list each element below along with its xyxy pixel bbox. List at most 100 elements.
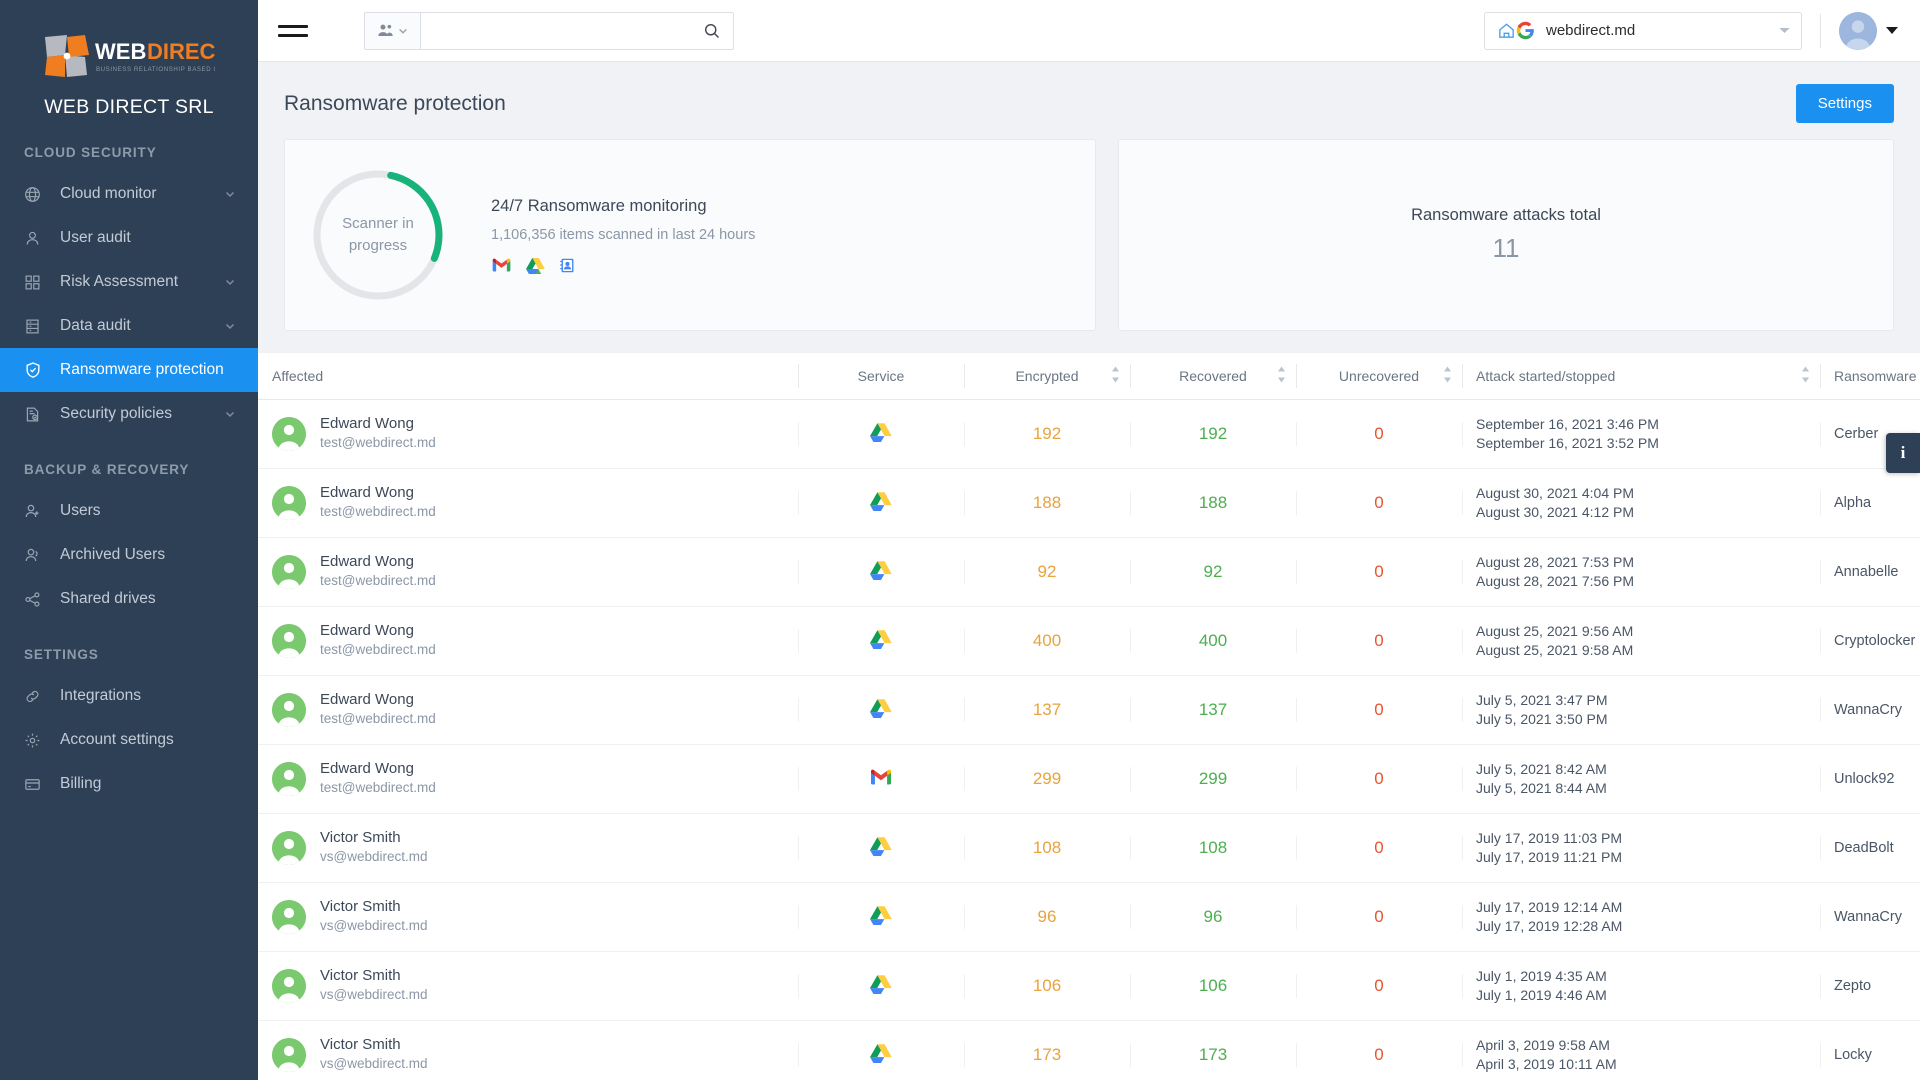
affected-user: Edward Wong test@webdirect.md [272,552,784,591]
cell-affected: Edward Wong test@webdirect.md [258,744,798,814]
cell-ransomware-name: Alpha [1820,468,1920,538]
attack-started: July 5, 2021 3:47 PM [1476,691,1608,708]
sidebar-item-data-audit[interactable]: Data audit [0,304,258,348]
cell-encrypted: 192 [964,399,1130,469]
google-drive-icon [870,1043,892,1063]
avatar-icon [272,485,306,520]
chevron-down-icon [224,188,238,200]
table-row[interactable]: Edward Wong test@webdirect.md 92 92 0 August … [258,537,1920,607]
cell-attack-dates: April 3, 2019 9:58 AM April 3, 2019 10:11… [1462,1020,1820,1080]
user-menu-button[interactable] [1839,11,1898,50]
webdirect-logo: WEB DIRECT BUSINESS RELATIONSHIP BASED O… [0,26,258,84]
attack-stopped: July 1, 2019 4:46 AM [1476,986,1607,1003]
gmail-icon [871,769,891,784]
attacks-table-container[interactable]: Affected Service Encrypted Recovered Unr… [258,353,1920,1080]
domain-selector[interactable]: webdirect.md [1484,11,1802,50]
caret-down-icon [1886,27,1898,34]
user-avatar [272,761,306,796]
scanner-progress-donut: Scanner in progress [311,168,445,302]
sidebar-item-ransomware-protection[interactable]: Ransomware protection [0,348,258,392]
sidebar-item-risk-assessment[interactable]: Risk Assessment [0,260,258,304]
table-row[interactable]: Victor Smith vs@webdirect.md 108 108 0 July 1… [258,813,1920,883]
svg-text:WEB: WEB [95,39,146,64]
sidebar-label: Risk Assessment [60,273,179,290]
sort-icon[interactable] [1111,366,1120,385]
table-row[interactable]: Edward Wong test@webdirect.md 137 137 0 July … [258,675,1920,745]
sidebar-item-users[interactable]: Users [0,489,258,533]
attack-stopped: August 28, 2021 7:56 PM [1476,572,1634,589]
affected-user-text: Victor Smith vs@webdirect.md [320,828,428,867]
sidebar-item-billing[interactable]: Billing [0,762,258,806]
sort-icon[interactable] [1801,366,1810,385]
cell-unrecovered: 0 [1296,675,1462,745]
avatar-icon [272,692,306,727]
cell-encrypted: 400 [964,606,1130,676]
table-row[interactable]: Edward Wong test@webdirect.md 299 299 0 July … [258,744,1920,814]
hamburger-icon[interactable] [274,12,312,50]
affected-user-text: Edward Wong test@webdirect.md [320,759,436,798]
column-header-recovered[interactable]: Recovered [1130,353,1296,400]
user-email: test@webdirect.md [320,435,436,451]
user-avatar [272,623,306,658]
table-row[interactable]: Victor Smith vs@webdirect.md 96 96 0 July 17,… [258,882,1920,952]
attack-stopped: August 30, 2021 4:12 PM [1476,503,1634,520]
cell-recovered: 400 [1130,606,1296,676]
nav-section-settings: SETTINGS [24,647,99,662]
sidebar-label: Users [60,502,101,519]
share-icon [24,591,46,608]
sort-icon[interactable] [1277,366,1286,385]
sidebar-item-shared-drives[interactable]: Shared drives [0,577,258,621]
affected-user: Edward Wong test@webdirect.md [272,414,784,453]
sidebar-item-account-settings[interactable]: Account settings [0,718,258,762]
card-icon [24,776,46,793]
cell-recovered: 173 [1130,1020,1296,1080]
search-icon[interactable] [703,22,721,40]
attack-stopped: September 16, 2021 3:52 PM [1476,434,1659,451]
google-g-icon [1516,21,1534,40]
column-header-unrecovered[interactable]: Unrecovered [1296,353,1462,400]
shield-check-icon [24,361,46,379]
sort-icon[interactable] [1443,366,1452,385]
avatar [1839,11,1877,50]
table-row[interactable]: Victor Smith vs@webdirect.md 173 173 0 April … [258,1020,1920,1080]
globe-icon [24,186,46,203]
main-area: webdirect.md Ransomware protection Setti… [258,0,1920,1080]
info-tab-button[interactable]: i [1886,433,1920,473]
sidebar-label: Integrations [60,687,141,704]
table-row[interactable]: Victor Smith vs@webdirect.md 106 106 0 July 1… [258,951,1920,1021]
affected-user: Victor Smith vs@webdirect.md [272,1035,784,1074]
sidebar-item-cloud-monitor[interactable]: Cloud monitor [0,172,258,216]
settings-button[interactable]: Settings [1795,84,1894,123]
affected-user-text: Edward Wong test@webdirect.md [320,483,436,522]
sidebar-item-integrations[interactable]: Integrations [0,674,258,718]
sidebar-item-archived-users[interactable]: Archived Users [0,533,258,577]
cell-encrypted: 108 [964,813,1130,883]
gear-icon [24,732,46,749]
scanner-status-line1: Scanner in [342,215,414,233]
attack-started: April 3, 2019 9:58 AM [1476,1036,1610,1053]
attack-started: July 17, 2019 11:03 PM [1476,829,1623,846]
cell-recovered: 137 [1130,675,1296,745]
cell-unrecovered: 0 [1296,882,1462,952]
cell-ransomware-name: Zepto [1820,951,1920,1021]
brand-block: WEB DIRECT BUSINESS RELATIONSHIP BASED O… [0,0,258,119]
sidebar-item-user-audit[interactable]: User audit [0,216,258,260]
brand-name: WEB DIRECT SRL [44,96,214,118]
cell-ransomware-name: WannaCry [1820,882,1920,952]
column-header-attack-started-stopped[interactable]: Attack started/stopped [1462,353,1820,400]
user-avatar [272,554,306,589]
table-row[interactable]: Edward Wong test@webdirect.md 192 192 0 Septe… [258,399,1920,469]
column-header-encrypted[interactable]: Encrypted [964,353,1130,400]
users-add-icon [24,503,46,520]
sidebar-item-security-policies[interactable]: Security policies [0,392,258,436]
affected-user-text: Victor Smith vs@webdirect.md [320,966,428,1005]
search-input[interactable] [431,22,703,39]
table-row[interactable]: Edward Wong test@webdirect.md 188 188 0 Augus… [258,468,1920,538]
search-scope-dropdown[interactable] [364,11,420,50]
page-title: Ransomware protection [284,91,506,115]
table-row[interactable]: Edward Wong test@webdirect.md 400 400 0 Augus… [258,606,1920,676]
users-icon [377,24,393,36]
search-input-wrapper[interactable] [420,11,734,50]
affected-user-text: Edward Wong test@webdirect.md [320,690,436,729]
cell-service [798,399,964,469]
